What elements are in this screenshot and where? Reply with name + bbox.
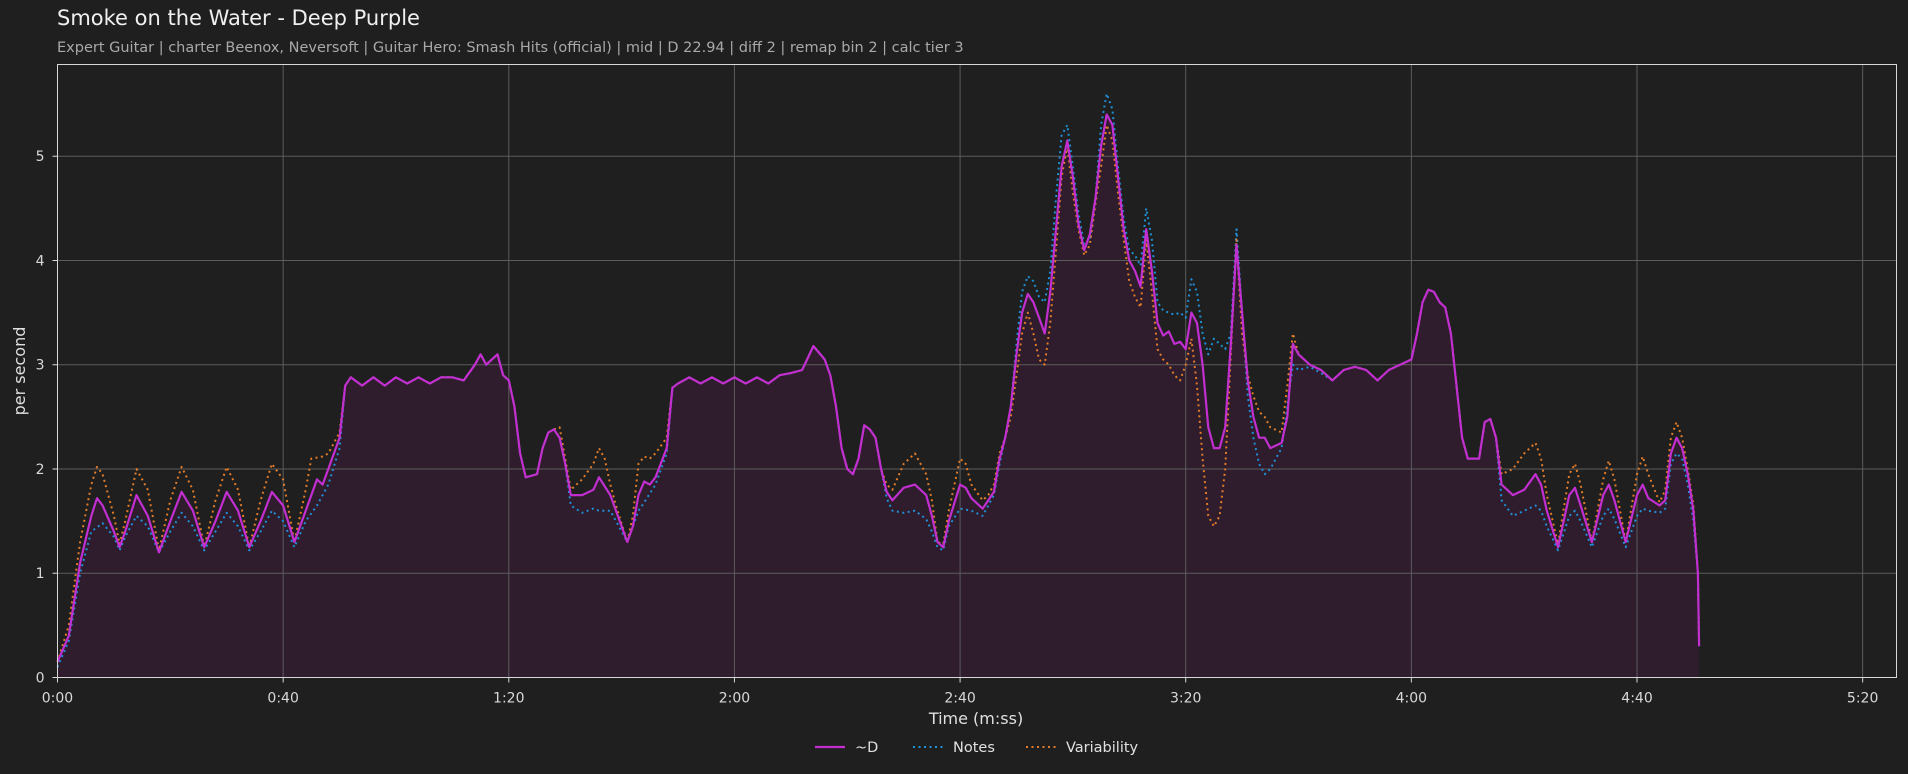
legend-label: Notes: [953, 740, 995, 756]
y-axis-label: per second: [10, 327, 29, 416]
x-tick-label: 5:20: [1847, 691, 1878, 707]
x-tick-label: 0:00: [42, 691, 73, 707]
x-tick-label: 4:40: [1621, 691, 1652, 707]
y-tick-label: 3: [36, 358, 45, 374]
fill-layer: [57, 114, 1700, 678]
y-tick-label: 5: [36, 149, 45, 165]
y-tick-label: 1: [36, 566, 45, 582]
legend: ~D Notes Variability: [815, 740, 1139, 756]
legend-label: Variability: [1066, 740, 1139, 756]
x-tick-label: 4:00: [1396, 691, 1427, 707]
series-area-0: [57, 114, 1700, 678]
x-tick-label: 3:20: [1170, 691, 1201, 707]
line-chart: 0:00 0:40 1:20 2:00 2:40 3:20 4:00 4:40 5:20 0 1 2 3…: [10, 64, 1897, 756]
x-tick-label: 2:40: [944, 691, 975, 707]
y-tick-label: 0: [36, 671, 45, 687]
x-tick-label: 2:00: [719, 691, 750, 707]
legend-label: ~D: [855, 740, 878, 756]
y-tick-label: 2: [36, 462, 45, 478]
x-tick-label: 0:40: [267, 691, 298, 707]
y-tick-label: 4: [36, 253, 45, 269]
x-tick-label: 1:20: [493, 691, 524, 707]
x-axis-label: Time (m:ss): [928, 709, 1023, 728]
